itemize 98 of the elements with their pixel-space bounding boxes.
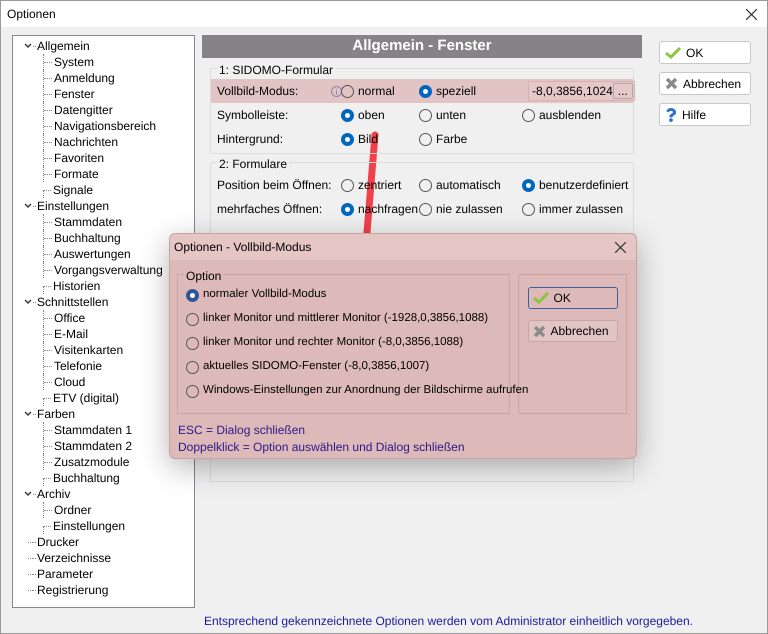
radio-button[interactable] [522, 178, 535, 192]
radio-button[interactable] [341, 178, 354, 192]
tree-item[interactable]: Signale [53, 182, 94, 198]
tree-item[interactable]: Archiv [37, 486, 70, 502]
help-icon [665, 108, 677, 122]
option-label: normaler Vollbild-Modus [203, 287, 326, 302]
cross-icon [532, 324, 546, 338]
radio-button[interactable] [419, 178, 432, 192]
radio-button[interactable] [186, 336, 199, 350]
tree-item[interactable]: Navigationsbereich [54, 118, 156, 134]
option-label: Windows-Einstellungen zur Anordnung der Bildschirme aufrufen [203, 383, 528, 398]
radio-button[interactable] [522, 108, 535, 122]
radio-button[interactable] [186, 312, 199, 326]
dialog-button[interactable]: OK [659, 41, 751, 64]
radio-button[interactable] [186, 360, 199, 374]
tree-item[interactable]: Einstellungen [53, 518, 126, 534]
radio-button[interactable] [341, 84, 354, 98]
tree-item[interactable]: Nachrichten [54, 134, 118, 150]
radio-button[interactable] [419, 202, 432, 216]
browse-button[interactable]: ... [612, 83, 633, 99]
tree-item[interactable]: Drucker [37, 534, 80, 550]
chevron-icon[interactable] [24, 299, 32, 305]
tree-item[interactable]: Ordner [54, 502, 92, 518]
tree-item[interactable]: Historien [53, 278, 100, 294]
radio-label: oben [358, 107, 385, 124]
tree-item[interactable]: Anmeldung [54, 70, 115, 86]
radio-button[interactable] [186, 288, 199, 302]
hint-text: ESC = Dialog schließen [178, 422, 306, 439]
radio-button[interactable] [419, 132, 432, 146]
radio-button[interactable] [341, 108, 354, 122]
radio-label: Farbe [436, 131, 468, 148]
radio-button[interactable] [341, 132, 354, 146]
tree-item[interactable]: Datengitter [54, 102, 113, 118]
radio-button[interactable] [522, 202, 535, 216]
chevron-icon[interactable] [24, 491, 32, 497]
radio-label: automatisch [436, 177, 501, 194]
row-label: Symbolleiste: [217, 107, 290, 124]
radio-label: normal [358, 83, 395, 100]
tree-item[interactable]: Allgemein [37, 38, 90, 54]
tree-item[interactable]: Telefonie [54, 358, 102, 374]
radio-button[interactable] [186, 384, 199, 398]
hint-text: Doppelklick = Option auswählen und Dialog schließen [178, 439, 466, 456]
row-label: Hintergrund: [217, 131, 284, 148]
chevron-icon[interactable] [24, 43, 32, 49]
radio-button[interactable] [419, 108, 432, 122]
tree-item[interactable]: Buchhaltung [54, 230, 121, 246]
panel-header: Allgemein - Fenster [202, 35, 642, 58]
chevron-icon[interactable] [24, 411, 32, 417]
option-label: linker Monitor und mittlerer Monitor (-1928,0,3856,1088) [203, 311, 488, 326]
radio-button[interactable] [341, 202, 354, 216]
dialog-button[interactable]: Abbrechen [528, 320, 618, 342]
window-title: Optionen [7, 6, 56, 23]
tree-item[interactable]: Parameter [37, 566, 94, 582]
radio-button[interactable] [419, 84, 432, 98]
dialog-button[interactable]: OK [528, 287, 618, 309]
row-label: mehrfaches Öffnen: [217, 201, 324, 218]
dialog-button[interactable]: Hilfe [659, 103, 751, 126]
tree-item[interactable]: Favoriten [54, 150, 104, 166]
tree-item[interactable]: Schnittstellen [37, 294, 108, 310]
tree-item[interactable]: Stammdaten 1 [54, 422, 132, 438]
close-icon[interactable] [746, 8, 757, 20]
tree-item[interactable]: Stammdaten [54, 214, 122, 230]
value-field[interactable]: -8,0,3856,1024 ... [528, 81, 635, 101]
option-label: aktuelles SIDOMO-Fenster (-8,0,3856,1007) [203, 359, 430, 374]
row-label: Vollbild-Modus: [217, 83, 300, 100]
tree-item[interactable]: Vorgangsverwaltung [54, 262, 163, 278]
tree-item[interactable]: Registrierung [37, 582, 108, 598]
chevron-icon[interactable] [24, 203, 32, 209]
tree-item[interactable]: Visitenkarten [54, 342, 124, 358]
tree-item[interactable]: System [54, 54, 94, 70]
row-label: Position beim Öffnen: [217, 177, 331, 194]
dialog-button[interactable]: Abbrechen [659, 72, 751, 95]
tree-item[interactable]: Einstellungen [37, 198, 110, 214]
close-icon[interactable] [615, 242, 626, 252]
tree-item[interactable]: Office [54, 310, 86, 326]
tree-item[interactable]: Buchhaltung [53, 470, 120, 486]
tree-item[interactable]: Cloud [54, 374, 86, 390]
radio-label: immer zulassen [539, 201, 624, 218]
tree-item[interactable]: E-Mail [54, 326, 88, 342]
radio-label: nie zulassen [436, 201, 503, 218]
tree-item[interactable]: ETV (digital) [53, 390, 120, 406]
footer-note: Entsprechend gekennzeichnete Optionen werden vom Administrator einheitlich vorgegeben. [204, 613, 693, 630]
tree-item[interactable]: Verzeichnisse [37, 550, 112, 566]
check-icon [665, 46, 681, 58]
radio-label: benutzerdefiniert [539, 177, 628, 194]
tree-item[interactable]: Stammdaten 2 [54, 438, 132, 454]
tree-item[interactable]: Farben [37, 406, 76, 422]
tree-item[interactable]: Auswertungen [54, 246, 131, 262]
option-label: linker Monitor und rechter Monitor (-8,0,3856,1088) [203, 335, 464, 350]
tree-item[interactable]: Fenster [54, 86, 95, 102]
cross-icon [665, 77, 678, 90]
radio-label: speziell [436, 83, 476, 100]
radio-label: ausblenden [539, 107, 602, 124]
dialog-title: Optionen - Vollbild-Modus [174, 239, 312, 256]
radio-label: unten [436, 107, 466, 124]
tree-item[interactable]: Formate [54, 166, 99, 182]
tree-item[interactable]: Zusatzmodule [54, 454, 130, 470]
check-icon [532, 292, 548, 304]
